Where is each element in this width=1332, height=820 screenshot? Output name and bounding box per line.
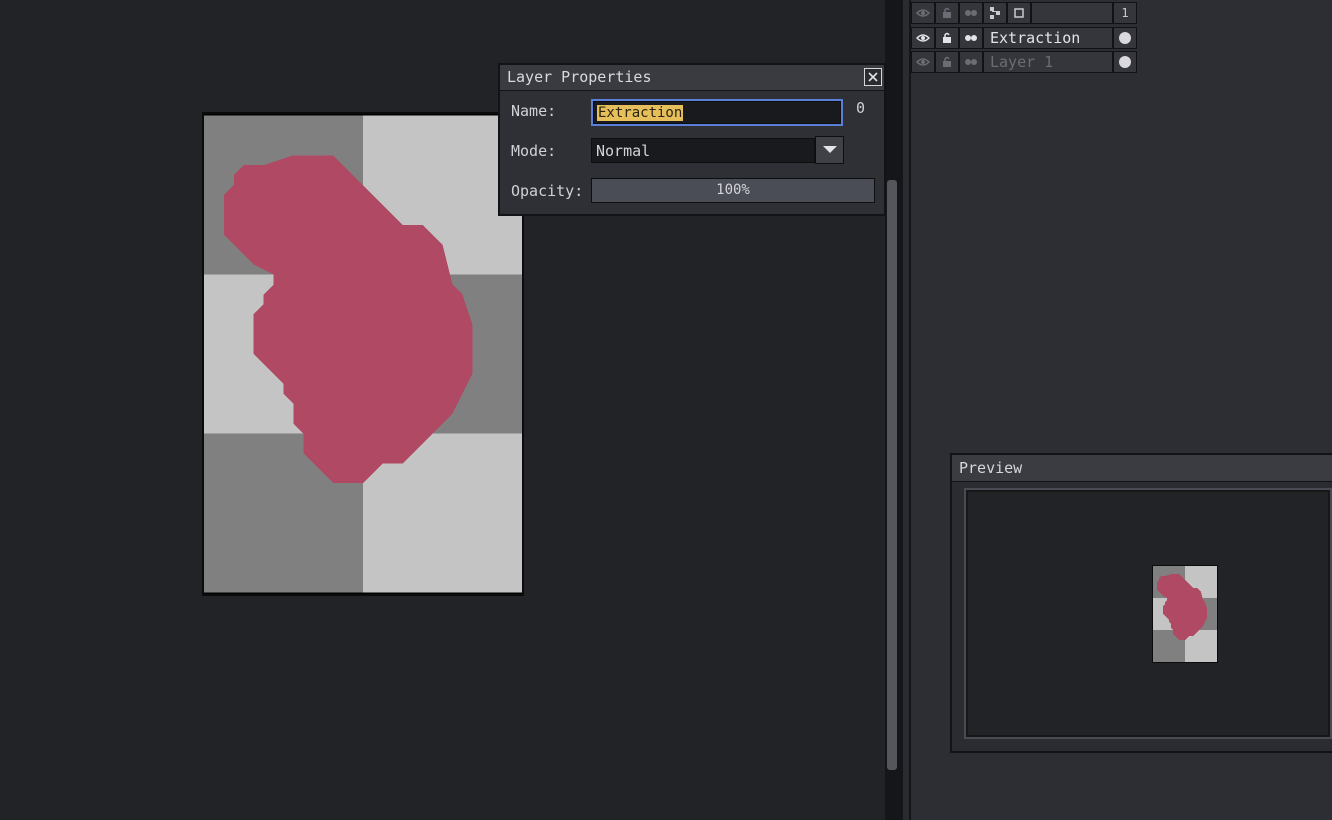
lock-icon[interactable]	[935, 51, 959, 73]
name-input[interactable]: Extraction	[591, 99, 843, 126]
layer-properties-dialog: Layer Properties Name: Extraction 0 Mode…	[498, 63, 886, 216]
chevron-down-icon	[822, 146, 837, 153]
close-button[interactable]	[864, 68, 882, 86]
square-icon[interactable]	[1007, 2, 1031, 24]
frame-number[interactable]: 1	[1113, 2, 1137, 24]
cel-cell[interactable]	[1113, 51, 1137, 73]
lock-icon[interactable]	[935, 2, 959, 24]
eye-icon[interactable]	[911, 2, 935, 24]
mode-label: Mode:	[511, 142, 557, 160]
layers-header-row: 1	[911, 2, 1137, 25]
eye-icon[interactable]	[911, 51, 935, 73]
link-icon[interactable]	[959, 27, 983, 49]
panel-splitter[interactable]	[901, 0, 911, 820]
workspace-scroll-thumb[interactable]	[887, 180, 897, 770]
layer-user-data-field[interactable]: 0	[856, 99, 865, 117]
dialog-titlebar[interactable]: Layer Properties	[500, 65, 884, 91]
link-icon[interactable]	[959, 2, 983, 24]
layer-row-layer-1[interactable]: Layer 1	[911, 51, 1137, 74]
preview-panel: Preview	[950, 453, 1332, 753]
blend-mode-select[interactable]: Normal	[591, 138, 815, 163]
layer-name[interactable]: Layer 1	[983, 51, 1113, 73]
layer-name[interactable]: Extraction	[983, 27, 1113, 49]
sprite-canvas[interactable]	[202, 112, 524, 596]
eye-icon[interactable]	[911, 27, 935, 49]
name-input-value: Extraction	[597, 104, 684, 121]
header-spacer	[1031, 2, 1113, 24]
link-icon[interactable]	[959, 51, 983, 73]
dialog-title: Layer Properties	[507, 68, 652, 86]
dot-icon	[1119, 32, 1131, 44]
preview-title[interactable]: Preview	[952, 455, 1332, 482]
preview-viewport[interactable]	[964, 488, 1332, 739]
tree-icon[interactable]	[983, 2, 1007, 24]
dot-icon	[1119, 56, 1131, 68]
preview-thumbnail	[1152, 565, 1218, 663]
opacity-label: Opacity:	[511, 182, 584, 200]
mode-dropdown-button[interactable]	[815, 136, 844, 164]
layer-row-extraction[interactable]: Extraction	[911, 27, 1137, 50]
name-label: Name:	[511, 102, 557, 120]
close-icon	[868, 72, 878, 82]
lock-icon[interactable]	[935, 27, 959, 49]
opacity-slider[interactable]: 100%	[591, 178, 875, 203]
cel-cell[interactable]	[1113, 27, 1137, 49]
opacity-value: 100%	[716, 182, 750, 198]
